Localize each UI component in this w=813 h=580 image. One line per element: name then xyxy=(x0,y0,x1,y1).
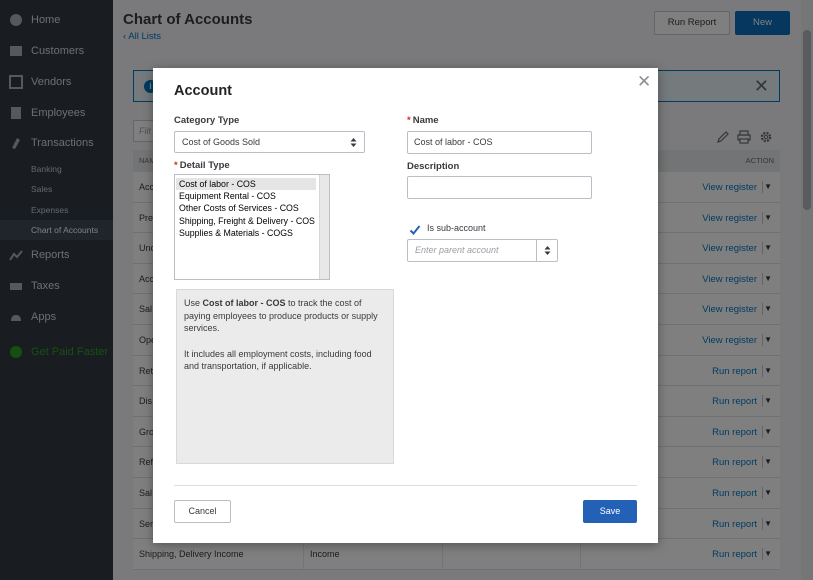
detail-type-option[interactable]: Equipment Rental - COS xyxy=(176,190,316,202)
category-type-label: Category Type xyxy=(174,115,240,126)
category-type-select[interactable]: Cost of Goods Sold xyxy=(174,131,365,153)
detail-type-option[interactable]: Shipping, Freight & Delivery - COS xyxy=(176,215,316,227)
detail-type-list[interactable]: Cost of labor - COS Equipment Rental - C… xyxy=(174,174,330,280)
desc-second: It includes all employment costs, includ… xyxy=(184,348,372,372)
updown-arrows-icon xyxy=(350,138,357,147)
detail-type-option[interactable]: Other Costs of Services - COS xyxy=(176,202,316,214)
close-icon[interactable]: ✕ xyxy=(637,72,651,92)
detail-type-description: Use Cost of labor - COS to track the cos… xyxy=(176,289,394,464)
updown-arrows-icon xyxy=(544,246,551,255)
detail-type-option[interactable]: Cost of labor - COS xyxy=(176,178,316,191)
cancel-button[interactable]: Cancel xyxy=(174,500,231,523)
sub-account-label: Is sub-account xyxy=(427,223,486,233)
dialog-divider xyxy=(174,485,637,486)
desc-bold: Cost of labor - COS xyxy=(202,298,286,308)
detail-type-label-text: Detail Type xyxy=(179,160,230,171)
description-label: Description xyxy=(407,161,460,172)
parent-account-field[interactable]: Enter parent account xyxy=(407,239,558,262)
description-field[interactable] xyxy=(407,176,592,199)
dialog-title: Account xyxy=(174,83,232,99)
category-type-value: Cost of Goods Sold xyxy=(182,137,261,147)
sub-account-checkbox[interactable] xyxy=(409,224,421,236)
name-label: * Name xyxy=(407,115,439,126)
parent-divider xyxy=(536,240,537,261)
account-dialog: Account ✕ Category Type Cost of Goods So… xyxy=(153,68,658,543)
detail-type-option[interactable]: Supplies & Materials - COGS xyxy=(176,227,316,239)
name-label-text: Name xyxy=(412,115,439,126)
list-scrollbar[interactable] xyxy=(319,175,329,279)
parent-account-placeholder: Enter parent account xyxy=(415,245,499,255)
detail-type-label: * Detail Type xyxy=(174,160,230,171)
name-field[interactable]: Cost of labor - COS xyxy=(407,131,592,154)
save-button[interactable]: Save xyxy=(583,500,637,523)
desc-prefix: Use xyxy=(184,298,203,308)
